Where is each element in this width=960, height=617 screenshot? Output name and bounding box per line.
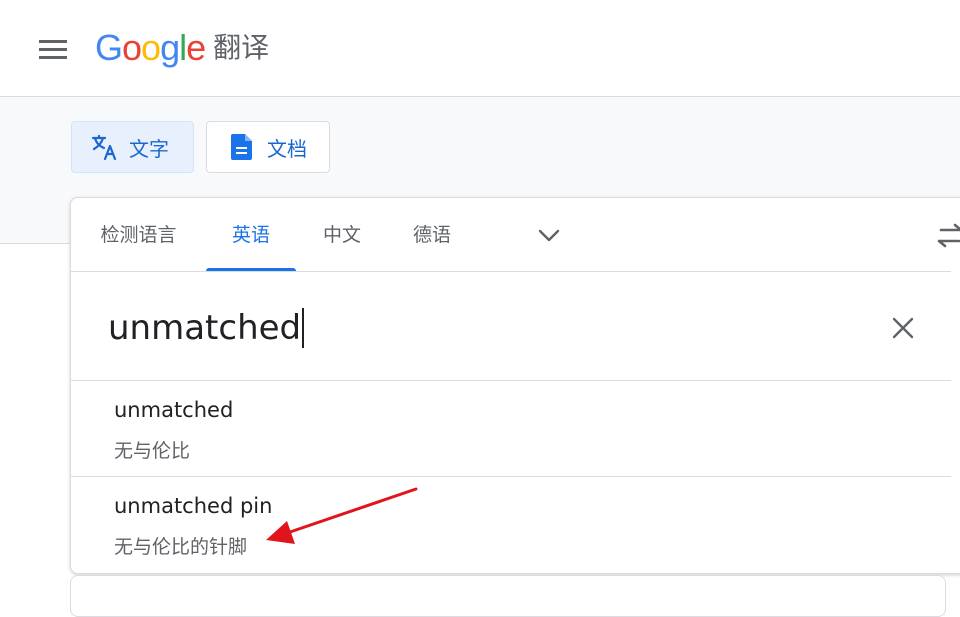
more-languages-button[interactable] (533, 220, 565, 252)
tab-detect-language[interactable]: 检测语言 (95, 198, 182, 271)
translation-output-card (70, 575, 946, 617)
suggestion-item[interactable]: unmatched pin 无与伦比的针脚 (71, 477, 951, 572)
source-text-area[interactable]: unmatched (71, 272, 951, 381)
document-icon (227, 132, 257, 162)
text-caret (302, 308, 305, 348)
swap-languages-button[interactable] (933, 220, 960, 252)
document-mode-label: 文档 (267, 136, 307, 161)
suggestion-translation: 无与伦比的针脚 (114, 536, 248, 558)
swap-arrows-icon (937, 223, 960, 248)
clear-source-text-button[interactable] (883, 308, 923, 348)
google-translate-logo[interactable]: Google 翻译 (95, 28, 269, 68)
text-mode-label: 文字 (129, 136, 169, 161)
main-menu-button[interactable] (30, 31, 76, 67)
app-header: Google 翻译 (0, 0, 960, 97)
suggestion-item[interactable]: unmatched 无与伦比 (71, 381, 951, 477)
suggestion-term: unmatched pin (114, 494, 273, 518)
suggestion-translation: 无与伦比 (114, 440, 191, 462)
product-name: 翻译 (213, 31, 270, 64)
hamburger-menu-icon (39, 40, 67, 59)
document-mode-button[interactable]: 文档 (206, 121, 330, 173)
tab-chinese[interactable]: 中文 (320, 198, 364, 271)
source-language-bar: 检测语言 英语 中文 德语 (71, 198, 960, 272)
text-mode-button[interactable]: 文字 (71, 121, 194, 173)
tab-german[interactable]: 德语 (410, 198, 454, 271)
suggestion-term: unmatched (114, 398, 234, 422)
translate-card: 检测语言 英语 中文 德语 unmatched unmatched 无与伦比 u… (70, 197, 960, 574)
tab-english[interactable]: 英语 (206, 198, 296, 271)
translate-icon (90, 132, 120, 162)
close-icon (892, 317, 914, 339)
google-logo: Google (95, 27, 206, 68)
source-text-input[interactable]: unmatched (108, 308, 305, 348)
chevron-down-icon (538, 229, 560, 242)
